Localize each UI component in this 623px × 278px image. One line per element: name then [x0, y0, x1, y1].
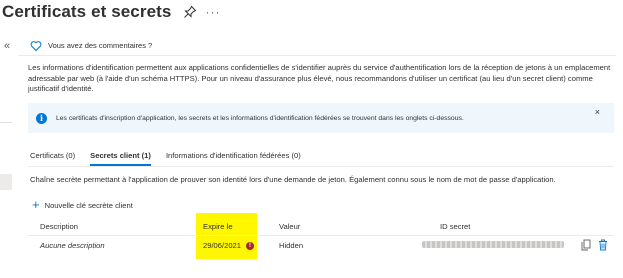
expired-warning-icon: ! — [246, 241, 255, 250]
command-bar: Vous avez des commentaires ? — [18, 36, 616, 56]
add-client-secret-button[interactable]: + Nouvelle clé secrète client — [32, 197, 133, 212]
left-nav-strip — [0, 24, 16, 278]
tabs-divider — [28, 166, 614, 167]
add-client-secret-label: Nouvelle clé secrète client — [44, 200, 133, 210]
feedback-link[interactable]: Vous avez des commentaires ? — [48, 41, 152, 50]
tab-certificates[interactable]: Certificats (0) — [30, 150, 75, 166]
secret-expiry-date: 29/06/2021 — [203, 241, 242, 250]
collapse-nav-icon[interactable]: « — [4, 40, 10, 52]
tab-federated-credentials[interactable]: Informations d'identification fédérées (… — [166, 150, 301, 166]
secret-expiry: 29/06/2021 ! — [203, 241, 255, 250]
tab-client-secrets[interactable]: Secrets client (1) — [90, 150, 151, 166]
heart-icon — [30, 40, 42, 52]
secrets-table-header: Description Expire le Valeur ID secret — [28, 220, 614, 236]
info-icon: i — [36, 112, 47, 124]
column-header-secret-id[interactable]: ID secret — [440, 222, 470, 231]
table-row: Aucune description 29/06/2021 ! Hidden — [28, 237, 614, 255]
column-header-value[interactable]: Valeur — [279, 222, 300, 231]
plus-icon: + — [32, 197, 40, 212]
column-header-description[interactable]: Description — [40, 222, 78, 231]
column-header-expires[interactable]: Expire le — [203, 222, 233, 231]
left-nav-divider — [0, 122, 12, 123]
left-nav-selected-item[interactable] — [0, 174, 12, 190]
tab-description: Chaîne secrète permettant à l'applicatio… — [30, 175, 556, 184]
pin-icon[interactable] — [183, 5, 197, 19]
secret-value: Hidden — [279, 241, 304, 250]
copy-icon[interactable] — [581, 239, 591, 251]
info-banner-text: Les certificats d'inscription d'applicat… — [56, 114, 464, 122]
close-icon[interactable]: × — [595, 107, 600, 117]
info-banner: i Les certificats d'inscription d'applic… — [28, 103, 614, 133]
more-options-icon[interactable]: ··· — [205, 5, 220, 19]
secret-description: Aucune description — [40, 241, 105, 250]
delete-icon[interactable] — [598, 239, 608, 251]
credential-tabs: Certificats (0) Secrets client (1) Infor… — [30, 150, 316, 166]
secret-id-redacted — [422, 241, 564, 248]
credentials-description: Les informations d'identification permet… — [28, 63, 611, 93]
page-title: Certificats et secrets — [2, 2, 172, 21]
page-header: Certificats et secrets ··· — [2, 0, 220, 24]
